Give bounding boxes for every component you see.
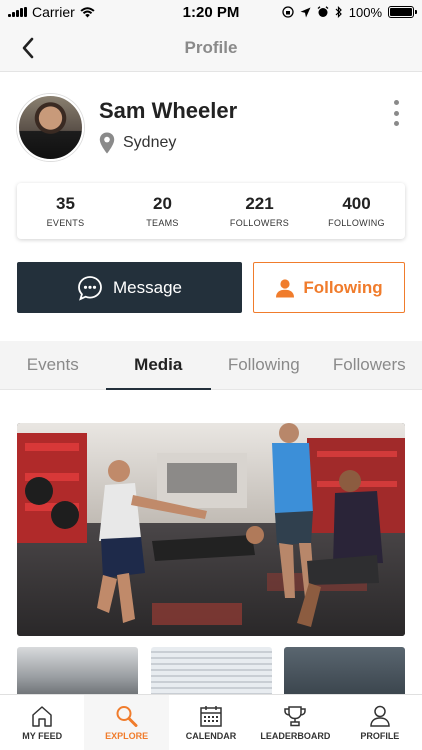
- stat-label: FOLLOWERS: [229, 218, 290, 228]
- location-arrow-icon: [300, 7, 311, 17]
- location-row: Sydney: [99, 132, 176, 154]
- status-right: 100%: [274, 4, 417, 20]
- signal-icon: [8, 7, 27, 17]
- avatar[interactable]: [17, 94, 84, 161]
- battery-percent: 100%: [348, 4, 382, 20]
- user-name: Sam Wheeler: [99, 98, 238, 123]
- bottom-tab-my-feed[interactable]: MY FEED: [0, 695, 84, 750]
- bottom-tab-explore[interactable]: EXPLORE: [84, 695, 169, 750]
- tab-followers[interactable]: Followers: [317, 341, 422, 389]
- battery-icon: [388, 6, 417, 18]
- user-icon: [276, 278, 295, 297]
- user-icon: [370, 705, 390, 727]
- bottom-tab-calendar[interactable]: CALENDAR: [169, 695, 253, 750]
- more-options-button[interactable]: [389, 100, 403, 126]
- trophy-icon: [284, 705, 307, 726]
- back-button[interactable]: [14, 34, 42, 62]
- chat-bubble-icon: [78, 275, 102, 301]
- wifi-icon: [80, 6, 95, 17]
- tab-media[interactable]: Media: [105, 341, 212, 390]
- bottom-tab-label: CALENDAR: [185, 730, 237, 741]
- search-icon: [116, 705, 138, 727]
- stat-teams[interactable]: 20 TEAMS: [114, 183, 211, 239]
- nav-bar: Profile: [0, 24, 422, 72]
- status-left: Carrier: [8, 4, 148, 20]
- chevron-left-icon: [22, 37, 34, 59]
- stat-label: EVENTS: [46, 218, 85, 228]
- tabs-bar: Events Media Following Followers: [0, 341, 422, 390]
- message-button[interactable]: Message: [17, 262, 242, 313]
- bottom-tab-bar: MY FEED EXPLORE CALENDAR LEADERBOARD PRO…: [0, 694, 422, 750]
- stat-events[interactable]: 35 EVENTS: [17, 183, 114, 239]
- status-time: 1:20 PM: [182, 3, 240, 21]
- status-bar: Carrier 1:20 PM 100%: [0, 0, 422, 24]
- bluetooth-icon: [335, 6, 342, 18]
- tab-following[interactable]: Following: [211, 341, 317, 389]
- media-thumbnail[interactable]: [17, 647, 138, 697]
- following-button[interactable]: Following: [253, 262, 405, 313]
- stats-card: 35 EVENTS 20 TEAMS 221 FOLLOWERS 400 FOL…: [17, 183, 405, 239]
- tab-events[interactable]: Events: [0, 341, 106, 389]
- stat-value: 400: [342, 194, 371, 213]
- map-pin-icon: [99, 132, 115, 154]
- page-title: Profile: [184, 37, 238, 57]
- media-photo[interactable]: [17, 423, 405, 636]
- message-label: Message: [113, 277, 182, 297]
- bottom-tab-leaderboard[interactable]: LEADERBOARD: [253, 695, 337, 750]
- stat-label: TEAMS: [146, 218, 179, 228]
- screen-rotation-lock-icon: [282, 6, 294, 18]
- bottom-tab-label: PROFILE: [360, 730, 400, 741]
- calendar-icon: [200, 705, 222, 727]
- more-vertical-icon: [393, 100, 399, 105]
- media-thumbnail[interactable]: [151, 647, 272, 697]
- alarm-icon: [317, 6, 329, 17]
- bottom-tab-label: MY FEED: [22, 730, 63, 741]
- stat-followers[interactable]: 221 FOLLOWERS: [211, 183, 308, 239]
- stat-value: 20: [153, 194, 172, 213]
- bottom-tab-profile[interactable]: PROFILE: [338, 695, 422, 750]
- stat-value: 221: [245, 194, 274, 213]
- stat-value: 35: [56, 194, 75, 213]
- profile-header: Sam Wheeler Sydney: [17, 94, 407, 162]
- stat-following[interactable]: 400 FOLLOWING: [308, 183, 405, 239]
- location-label: Sydney: [123, 134, 177, 151]
- bottom-tab-label: LEADERBOARD: [260, 730, 331, 741]
- home-icon: [32, 705, 52, 727]
- stat-label: FOLLOWING: [328, 218, 385, 228]
- following-label: Following: [303, 277, 383, 297]
- bottom-tab-label: EXPLORE: [105, 730, 149, 741]
- media-thumbnail[interactable]: [284, 647, 405, 697]
- carrier-label: Carrier: [32, 4, 75, 20]
- gym-photo-image: [17, 423, 405, 636]
